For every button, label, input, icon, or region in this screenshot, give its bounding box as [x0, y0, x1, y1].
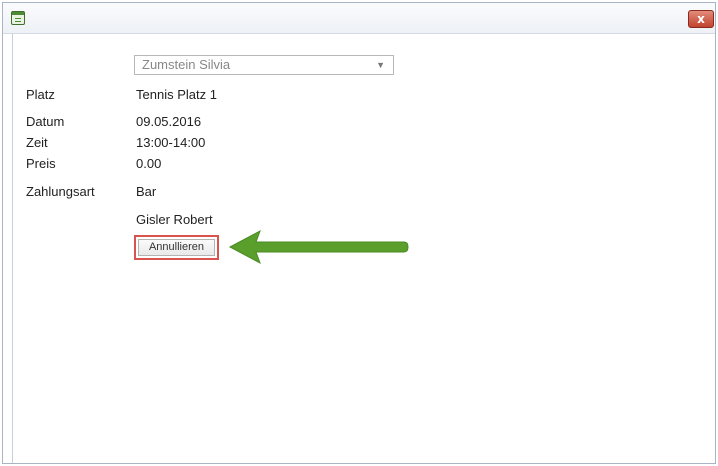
cancel-booking-button[interactable]: Annullieren: [138, 239, 215, 256]
zahlungsart-value: Bar: [136, 184, 157, 199]
zahlungsart-label: Zahlungsart: [26, 184, 95, 199]
zeit-label: Zeit: [26, 135, 48, 150]
platz-label: Platz: [26, 87, 55, 102]
booked-by-name: Gisler Robert: [136, 212, 213, 227]
cancel-booking-highlight: Annullieren: [134, 235, 219, 260]
zeit-value: 13:00-14:00: [136, 135, 206, 150]
title-bar: x: [3, 3, 715, 34]
preis-value: 0.00: [136, 156, 162, 171]
datum-value: 09.05.2016: [136, 114, 202, 129]
platz-value: Tennis Platz 1: [136, 87, 217, 102]
form-icon: [11, 11, 25, 25]
chevron-down-icon[interactable]: ▼: [376, 56, 385, 74]
left-border-line: [12, 33, 13, 463]
datum-label: Datum: [26, 114, 65, 129]
preis-label: Preis: [26, 156, 56, 171]
member-select-value: Zumstein Silvia: [142, 57, 231, 72]
member-select[interactable]: Zumstein Silvia ▼: [134, 55, 394, 75]
green-arrow-icon: [228, 229, 409, 265]
close-button[interactable]: x: [688, 10, 714, 28]
